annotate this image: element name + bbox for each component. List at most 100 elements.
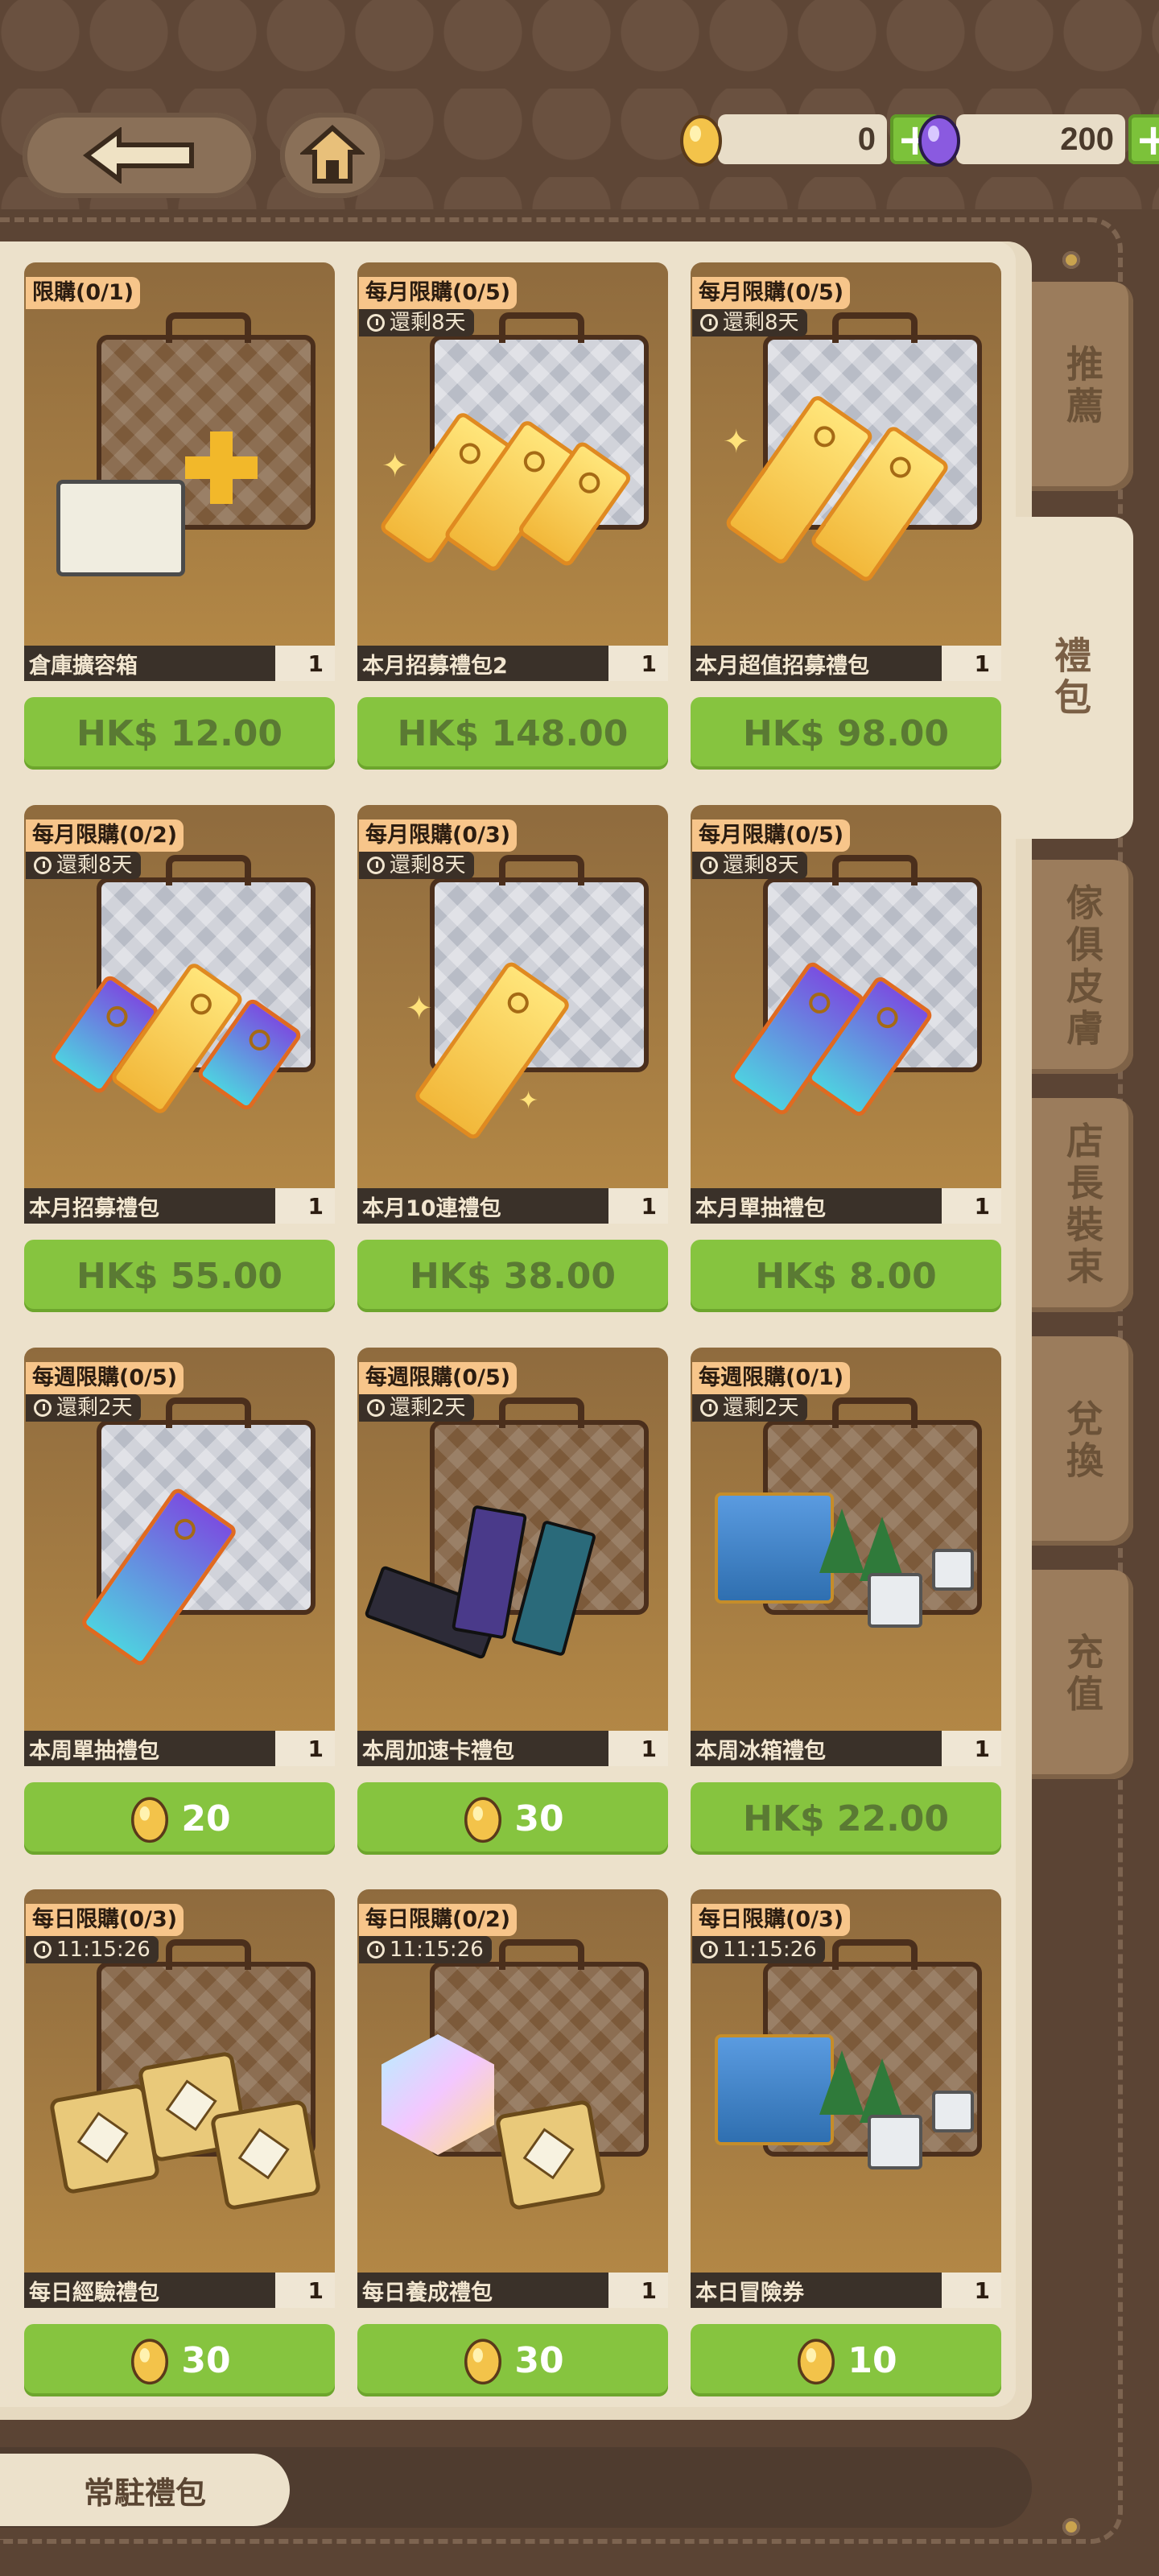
cube-icon: [868, 2115, 922, 2169]
shop-item-card[interactable]: 限購(0/1) 倉庫擴容箱 1 HK$ 12.00: [24, 262, 335, 770]
item-name: 每日養成禮包: [362, 2280, 493, 2306]
shop-item-card[interactable]: 每日限購(0/3) 11:15:26 每日經驗禮包 1 30: [24, 1889, 335, 2396]
item-name: 每日經驗禮包: [29, 2280, 159, 2306]
price-label: HK$ 38.00: [409, 1255, 617, 1297]
timer-text: 11:15:26: [723, 1938, 817, 1962]
purchase-limit-badge: 每月限購(0/5): [692, 819, 851, 852]
item-name-bar: 本日冒險券 1: [691, 2273, 1001, 2308]
clock-icon: [700, 314, 718, 332]
price-button[interactable]: HK$ 22.00: [691, 1782, 1001, 1855]
tab-exchange[interactable]: 兌換: [1032, 1336, 1133, 1546]
item-name-bar: 本周冰箱禮包 1: [691, 1731, 1001, 1766]
price-button[interactable]: 10: [691, 2324, 1001, 2396]
price-button[interactable]: 20: [24, 1782, 335, 1855]
price-label: 20: [181, 1798, 231, 1839]
price-button[interactable]: 30: [357, 2324, 668, 2396]
item-count: 1: [608, 1188, 668, 1224]
gold-egg-icon: [798, 2339, 835, 2385]
sparkle-icon: ✦: [382, 448, 409, 485]
purchase-limit-badge: 每月限購(0/2): [26, 819, 184, 852]
item-count: 1: [275, 1731, 335, 1766]
back-button[interactable]: [23, 113, 256, 198]
price-label: HK$ 55.00: [76, 1255, 283, 1297]
item-count: 1: [608, 1731, 668, 1766]
shop-item-card[interactable]: 每月限購(0/2) 還剩8天 本月招募禮包 1 HK$ 55.00: [24, 805, 335, 1312]
item-count: 1: [942, 1731, 1001, 1766]
bolt-icon: [1062, 251, 1080, 269]
purple-add-button[interactable]: +: [1128, 114, 1159, 165]
price-button[interactable]: HK$ 38.00: [357, 1240, 668, 1312]
item-image: [24, 262, 335, 673]
cube-icon: [932, 1549, 974, 1591]
shop-item-card[interactable]: 每週限購(0/5) 還剩2天 本周加速卡禮包 1 30: [357, 1348, 668, 1855]
tab-recommend[interactable]: 推薦: [1032, 282, 1133, 491]
purchase-limit-badge: 每日限購(0/2): [359, 1904, 518, 1936]
clock-icon: [367, 857, 385, 874]
purchase-limit-badge: 每週限購(0/1): [692, 1362, 851, 1394]
price-button[interactable]: HK$ 98.00: [691, 697, 1001, 770]
purchase-limit-badge: 每日限購(0/3): [26, 1904, 184, 1936]
purchase-limit-badge: 每月限購(0/5): [692, 277, 851, 309]
purple-currency: 200 +: [916, 114, 1159, 167]
home-button[interactable]: [280, 113, 385, 198]
shop-item-card[interactable]: ✦ ✦ 每月限購(0/3) 還剩8天 本月10連禮包 1 HK$ 38.00: [357, 805, 668, 1312]
tab-permanent-packs[interactable]: 常駐禮包: [0, 2454, 290, 2526]
price-label: 10: [848, 2339, 897, 2381]
price-button[interactable]: HK$ 148.00: [357, 697, 668, 770]
timer-badge: 還剩8天: [692, 852, 807, 879]
item-name: 本日冒險券: [695, 2280, 804, 2306]
item-count: 1: [275, 2273, 335, 2308]
timer-badge: 11:15:26: [692, 1936, 825, 1963]
timer-badge: 還剩8天: [359, 852, 474, 879]
shop-item-card[interactable]: 每週限購(0/1) 還剩2天 本周冰箱禮包 1 HK$ 22.00: [691, 1348, 1001, 1855]
item-name: 本周單抽禮包: [29, 1738, 159, 1764]
item-name: 本月10連禮包: [362, 1195, 501, 1221]
timer-badge: 還剩2天: [26, 1394, 141, 1422]
purchase-limit-badge: 每月限購(0/5): [359, 277, 518, 309]
timer-text: 還剩8天: [723, 311, 799, 335]
purple-amount: 200: [956, 114, 1125, 164]
tab-gift-packs[interactable]: 禮包: [1008, 517, 1133, 839]
purchase-limit-badge: 限購(0/1): [26, 277, 141, 309]
price-button[interactable]: HK$ 8.00: [691, 1240, 1001, 1312]
purchase-limit-badge: 每日限購(0/3): [692, 1904, 851, 1936]
item-count: 1: [608, 2273, 668, 2308]
purchase-limit-badge: 每週限購(0/5): [359, 1362, 518, 1394]
item-count: 1: [275, 646, 335, 681]
shop-item-card[interactable]: 每日限購(0/3) 11:15:26 本日冒險券 1 10: [691, 1889, 1001, 2396]
item-count: 1: [942, 2273, 1001, 2308]
item-name: 本月單抽禮包: [695, 1195, 826, 1221]
timer-badge: 還剩8天: [692, 309, 807, 336]
timer-badge: 11:15:26: [26, 1936, 159, 1963]
price-button[interactable]: 30: [357, 1782, 668, 1855]
purchase-limit-badge: 每週限購(0/5): [26, 1362, 184, 1394]
shop-item-card[interactable]: 每日限購(0/2) 11:15:26 每日養成禮包 1 30: [357, 1889, 668, 2396]
timer-text: 還剩8天: [390, 853, 466, 877]
gold-amount: 0: [718, 114, 887, 164]
tab-recharge[interactable]: 充值: [1032, 1570, 1133, 1779]
item-name: 本周冰箱禮包: [695, 1738, 826, 1764]
price-button[interactable]: 30: [24, 2324, 335, 2396]
clock-icon: [34, 1399, 52, 1417]
shop-item-card[interactable]: ✦ 每月限購(0/5) 還剩8天 本月超值招募禮包 1 HK$ 98.00: [691, 262, 1001, 770]
timer-badge: 還剩8天: [26, 852, 141, 879]
cube-icon: [868, 1573, 922, 1628]
purchase-limit-badge: 每月限購(0/3): [359, 819, 518, 852]
shop-item-card[interactable]: 每週限購(0/5) 還剩2天 本周單抽禮包 1 20: [24, 1348, 335, 1855]
shop-item-card[interactable]: ✦ 每月限購(0/5) 還剩8天 本月招募禮包2 1 HK$ 148.00: [357, 262, 668, 770]
item-name-bar: 每日養成禮包 1: [357, 2273, 668, 2308]
left-arrow-icon: [83, 127, 194, 184]
item-name-bar: 本月單抽禮包 1: [691, 1188, 1001, 1224]
item-name: 本月招募禮包2: [362, 653, 508, 679]
price-button[interactable]: HK$ 55.00: [24, 1240, 335, 1312]
price-label: HK$ 12.00: [76, 712, 283, 754]
tab-furniture-skins[interactable]: 傢俱皮膚: [1032, 860, 1133, 1074]
shop-item-card[interactable]: 每月限購(0/5) 還剩8天 本月單抽禮包 1 HK$ 8.00: [691, 805, 1001, 1312]
tab-manager-outfit[interactable]: 店長裝束: [1032, 1098, 1133, 1312]
cube-icon: [932, 2091, 974, 2132]
clock-icon: [700, 1941, 718, 1959]
exp-tile-icon: [209, 2099, 322, 2211]
item-name-bar: 倉庫擴容箱 1: [24, 646, 335, 681]
price-button[interactable]: HK$ 12.00: [24, 697, 335, 770]
timer-text: 還剩2天: [390, 1396, 466, 1420]
